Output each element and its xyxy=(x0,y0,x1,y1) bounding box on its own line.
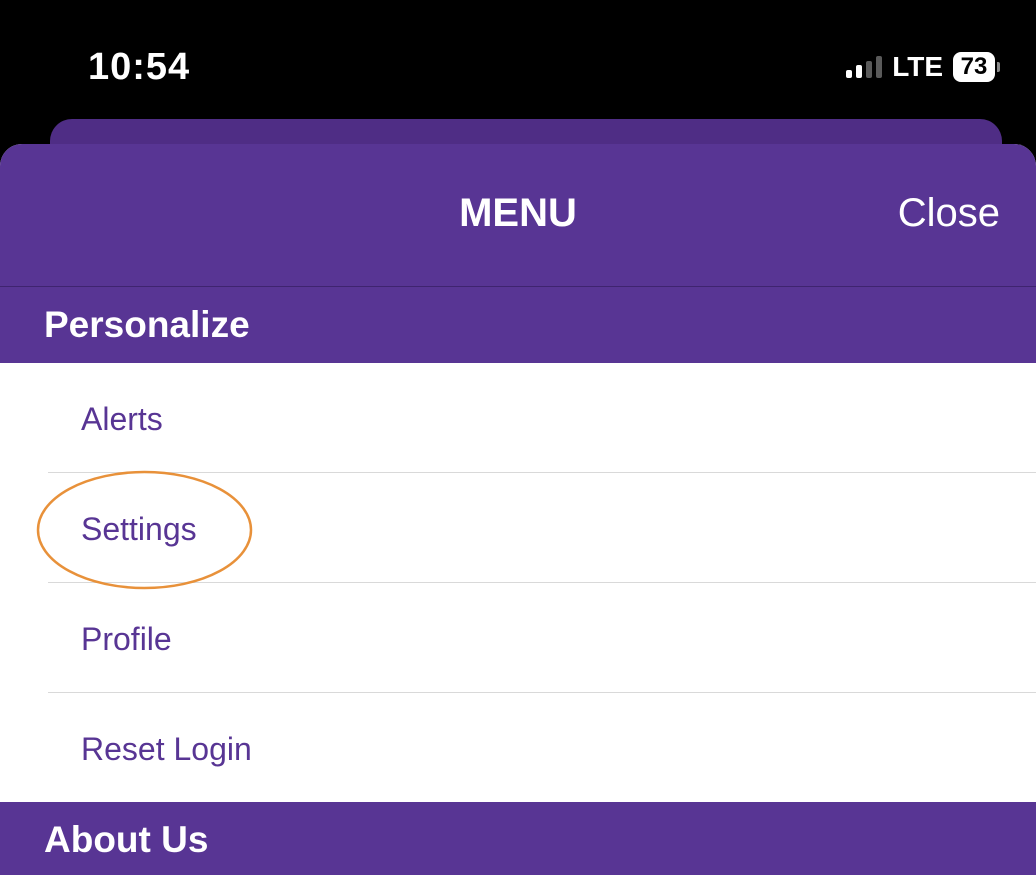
menu-item-label: Profile xyxy=(81,621,172,657)
menu-item-label: Settings xyxy=(81,511,197,547)
cellular-signal-icon xyxy=(846,56,883,78)
status-bar: 10:54 LTE 73 xyxy=(0,0,1036,120)
signal-bar xyxy=(866,61,873,78)
nav-bar: MENU Close xyxy=(0,144,1036,287)
section-header-about-us: About Us xyxy=(0,802,1036,875)
signal-bar xyxy=(876,56,883,78)
menu-item-profile[interactable]: Profile xyxy=(48,583,1036,693)
page-title: MENU xyxy=(459,191,577,235)
battery-icon: 73 xyxy=(953,52,1000,82)
menu-item-reset-login[interactable]: Reset Login xyxy=(48,693,1036,802)
close-button[interactable]: Close xyxy=(898,190,1000,236)
menu-item-label: Reset Login xyxy=(81,731,252,767)
network-type: LTE xyxy=(892,51,943,82)
status-indicators: LTE 73 xyxy=(846,50,1000,84)
phone-screen: 10:54 LTE 73 MENU Close Personalize Aler… xyxy=(0,0,1036,875)
menu-item-label: Alerts xyxy=(81,401,163,437)
section-header-personalize: Personalize xyxy=(0,287,1036,363)
signal-bar xyxy=(856,65,863,78)
menu-sheet: MENU Close Personalize Alerts Settings P… xyxy=(0,144,1036,875)
signal-bar xyxy=(846,70,853,78)
battery-tip xyxy=(997,62,1000,72)
battery-level: 73 xyxy=(953,52,995,82)
status-time: 10:54 xyxy=(88,46,191,88)
menu-item-alerts[interactable]: Alerts xyxy=(48,363,1036,473)
menu-item-settings[interactable]: Settings xyxy=(48,473,1036,583)
personalize-menu-list: Alerts Settings Profile Reset Login xyxy=(0,363,1036,802)
